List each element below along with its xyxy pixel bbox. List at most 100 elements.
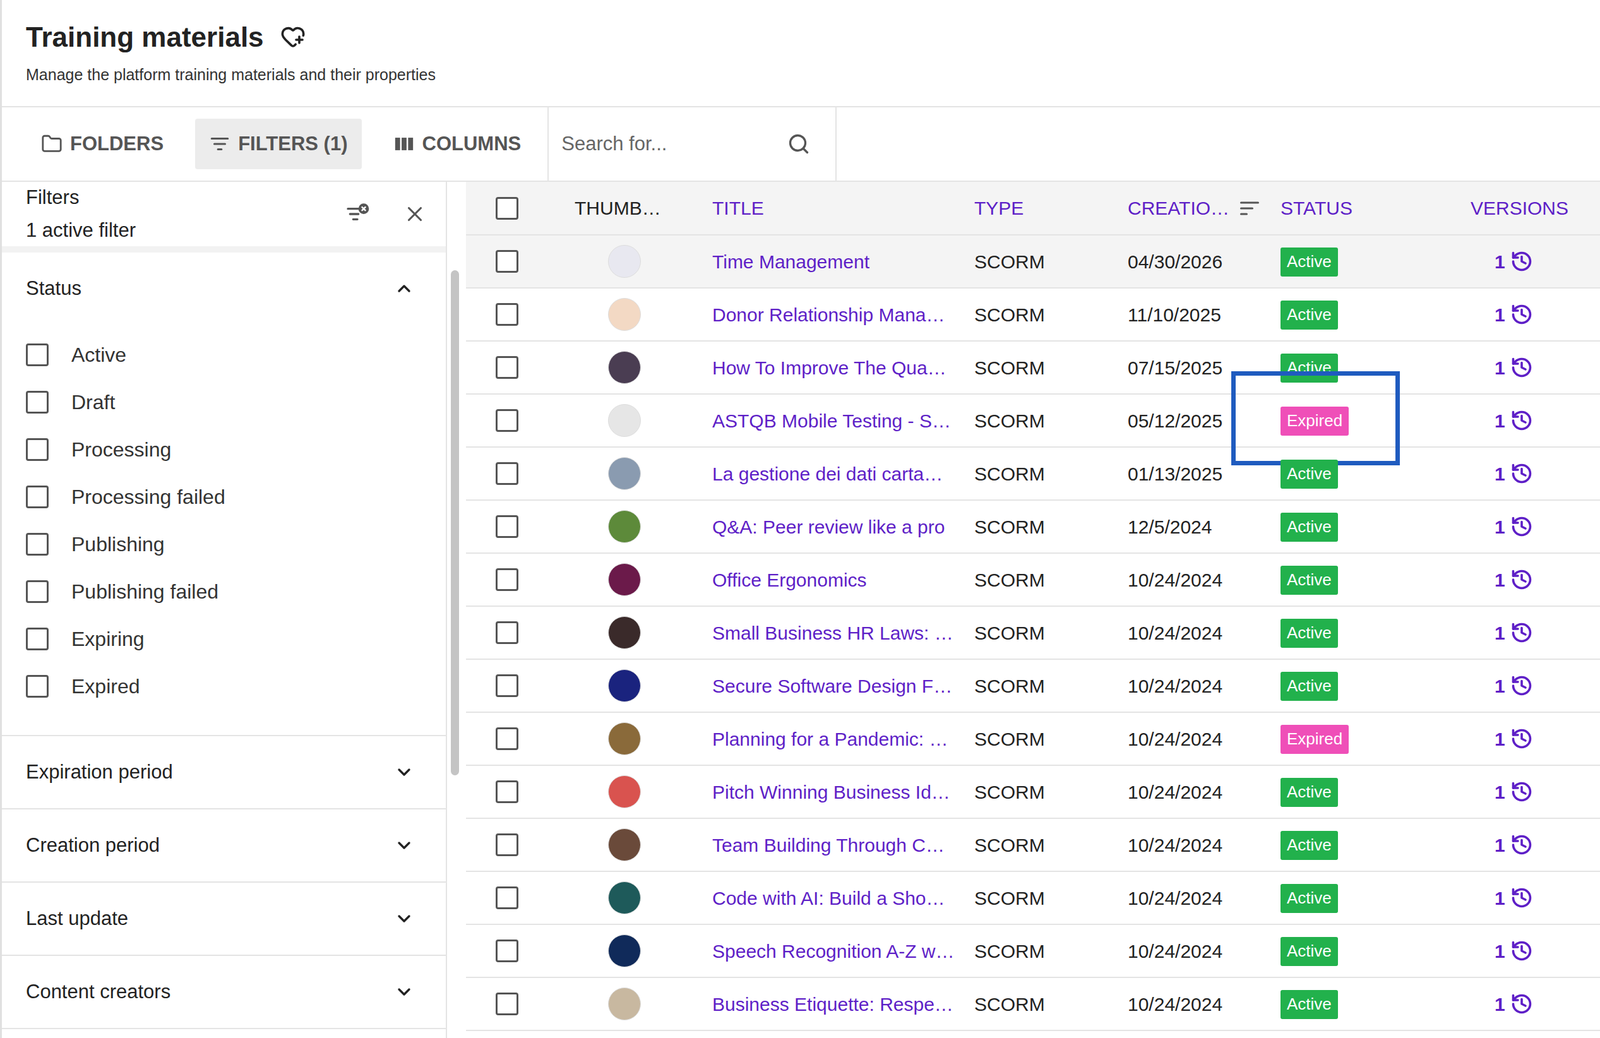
section-header[interactable]: Status — [1, 252, 446, 325]
row-checkbox[interactable] — [495, 462, 519, 485]
status-option[interactable]: Draft — [1, 378, 446, 426]
version-count[interactable]: 1 — [1494, 618, 1506, 648]
history-icon[interactable] — [1510, 992, 1534, 1016]
history-icon[interactable] — [1510, 939, 1534, 963]
chevron-down-icon[interactable] — [394, 981, 415, 1003]
version-count[interactable]: 1 — [1494, 353, 1506, 383]
title-link[interactable]: Office Ergonomics — [712, 569, 867, 591]
table-row[interactable]: Donor Relationship Mana…SCORM11/10/2025A… — [465, 288, 1600, 342]
column-header[interactable]: TYPE — [974, 193, 1128, 223]
status-option[interactable]: Publishing — [1, 520, 446, 568]
title-link[interactable]: How To Improve The Qua… — [712, 357, 947, 379]
row-checkbox[interactable] — [495, 886, 519, 910]
row-checkbox[interactable] — [495, 674, 519, 698]
history-icon[interactable] — [1510, 356, 1534, 379]
history-icon[interactable] — [1510, 727, 1534, 751]
option-checkbox[interactable] — [25, 580, 49, 603]
status-option[interactable]: Expiring — [1, 614, 446, 663]
row-checkbox[interactable] — [495, 621, 519, 645]
row-checkbox[interactable] — [495, 568, 519, 592]
title-link[interactable]: Donor Relationship Mana… — [712, 304, 946, 326]
option-checkbox[interactable] — [25, 674, 49, 698]
history-icon[interactable] — [1510, 515, 1534, 538]
select-all-checkbox[interactable] — [495, 197, 519, 220]
status-option[interactable]: Processing — [1, 425, 446, 473]
chevron-down-icon[interactable] — [394, 762, 415, 783]
close-icon[interactable] — [402, 202, 427, 227]
row-checkbox[interactable] — [495, 515, 519, 538]
version-count[interactable]: 1 — [1494, 406, 1506, 436]
version-count[interactable]: 1 — [1494, 990, 1506, 1019]
section-header[interactable]: Expiration period — [1, 736, 446, 809]
table-row[interactable]: Business Etiquette: Respe…SCORM10/24/202… — [465, 978, 1600, 1032]
table-row[interactable]: ASTQB Mobile Testing - S…SCORM05/12/2025… — [465, 394, 1600, 448]
row-checkbox[interactable] — [495, 833, 519, 857]
table-row[interactable]: Pitch Winning Business Id…SCORM10/24/202… — [465, 765, 1600, 819]
version-count[interactable]: 1 — [1494, 512, 1506, 542]
history-icon[interactable] — [1510, 568, 1534, 592]
table-row[interactable]: La gestione dei dati carta…SCORM01/13/20… — [465, 447, 1600, 501]
section-header[interactable]: Content creators — [1, 955, 446, 1028]
history-icon[interactable] — [1510, 250, 1534, 273]
option-checkbox[interactable] — [25, 343, 49, 367]
status-option[interactable]: Processing failed — [1, 472, 446, 521]
toolbar-button[interactable]: FOLDERS — [27, 118, 178, 170]
column-header[interactable]: VERSIONS — [1457, 193, 1600, 223]
title-link[interactable]: Code with AI: Build a Sho… — [712, 887, 946, 909]
chevron-up-icon[interactable] — [394, 278, 415, 299]
chevron-down-icon[interactable] — [394, 835, 415, 856]
history-icon[interactable] — [1510, 303, 1534, 326]
version-count[interactable]: 1 — [1494, 300, 1506, 329]
history-icon[interactable] — [1510, 674, 1534, 698]
sort-icon[interactable] — [1238, 197, 1261, 220]
status-option[interactable]: Expired — [1, 662, 446, 710]
option-checkbox[interactable] — [25, 390, 49, 414]
history-icon[interactable] — [1510, 886, 1534, 910]
row-checkbox[interactable] — [495, 409, 519, 432]
row-checkbox[interactable] — [495, 939, 519, 963]
option-checkbox[interactable] — [25, 532, 49, 556]
table-row[interactable]: Time ManagementSCORM04/30/2026Active1 — [465, 235, 1600, 289]
option-checkbox[interactable] — [25, 438, 49, 461]
table-row[interactable]: Code with AI: Build a Sho…SCORM10/24/202… — [465, 871, 1600, 926]
history-icon[interactable] — [1510, 780, 1534, 804]
chevron-down-icon[interactable] — [394, 908, 415, 929]
title-link[interactable]: Q&A: Peer review like a pro — [712, 516, 945, 538]
table-row[interactable]: Small Business HR Laws: …SCORM10/24/2024… — [465, 606, 1600, 660]
title-link[interactable]: Team Building Through C… — [712, 834, 945, 856]
title-link[interactable]: Planning for a Pandemic: … — [712, 728, 949, 750]
table-row[interactable]: How To Improve The Qua…SCORM07/15/2025Ac… — [465, 341, 1600, 395]
heart-plus-icon[interactable] — [280, 23, 306, 50]
title-link[interactable]: Speech Recognition A-Z w… — [712, 940, 955, 962]
title-link[interactable]: ASTQB Mobile Testing - S… — [712, 410, 951, 432]
title-link[interactable]: Time Management — [712, 251, 870, 273]
section-header[interactable]: Creation period — [1, 809, 446, 882]
version-count[interactable]: 1 — [1494, 777, 1506, 807]
status-option[interactable]: Publishing failed — [1, 567, 446, 615]
row-checkbox[interactable] — [495, 727, 519, 751]
version-count[interactable]: 1 — [1494, 724, 1506, 754]
history-icon[interactable] — [1510, 462, 1534, 485]
row-checkbox[interactable] — [495, 303, 519, 326]
column-header[interactable]: TITLE — [712, 193, 975, 223]
column-header[interactable]: CREATIO… — [1127, 193, 1281, 223]
title-link[interactable]: Secure Software Design F… — [712, 675, 953, 697]
toolbar-button[interactable]: FILTERS (1) — [195, 118, 362, 170]
history-icon[interactable] — [1510, 621, 1534, 645]
option-checkbox[interactable] — [25, 485, 49, 509]
clear-filters-icon[interactable] — [344, 201, 371, 227]
table-row[interactable]: Planning for a Pandemic: …SCORM10/24/202… — [465, 712, 1600, 766]
version-count[interactable]: 1 — [1494, 247, 1506, 276]
title-link[interactable]: La gestione dei dati carta… — [712, 463, 943, 485]
table-row[interactable]: Office ErgonomicsSCORM10/24/2024Active1 — [465, 553, 1600, 607]
title-link[interactable]: Business Etiquette: Respe… — [712, 993, 954, 1015]
search-icon[interactable] — [787, 132, 811, 156]
version-count[interactable]: 1 — [1494, 883, 1506, 913]
history-icon[interactable] — [1510, 833, 1534, 857]
row-checkbox[interactable] — [495, 250, 519, 273]
toolbar-button[interactable]: COLUMNS — [379, 118, 536, 170]
row-checkbox[interactable] — [495, 780, 519, 804]
row-checkbox[interactable] — [495, 356, 519, 379]
title-link[interactable]: Pitch Winning Business Id… — [712, 781, 951, 803]
search-field[interactable]: Search for... — [548, 107, 837, 181]
